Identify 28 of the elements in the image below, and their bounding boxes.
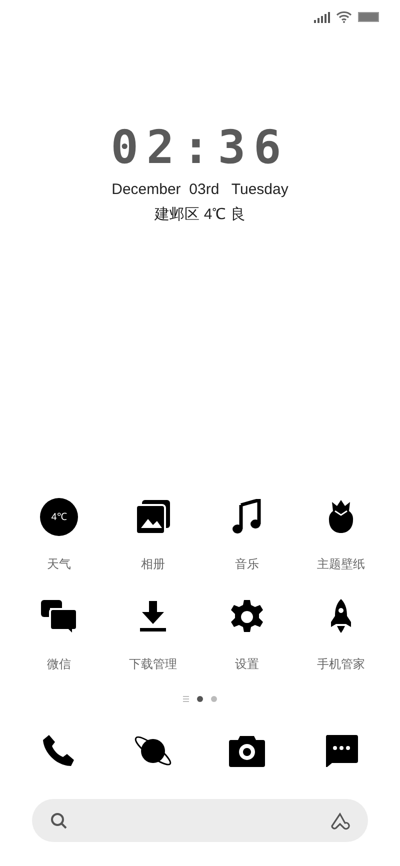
assistant-icon[interactable] <box>330 812 350 830</box>
phone-icon[interactable] <box>42 734 76 768</box>
gear-icon[interactable] <box>229 599 265 635</box>
chat-bubbles-icon[interactable] <box>41 599 77 635</box>
clock-time: 02:36 <box>110 124 290 170</box>
weather-app-icon[interactable]: 4℃ <box>40 498 78 536</box>
app-label[interactable]: 音乐 <box>235 555 259 573</box>
app-label[interactable]: 微信 <box>47 655 71 673</box>
gallery-icon[interactable] <box>135 499 171 535</box>
app-label[interactable]: 下载管理 <box>129 655 177 673</box>
app-label[interactable]: 设置 <box>235 655 259 673</box>
planet-icon[interactable] <box>134 734 172 768</box>
app-label[interactable]: 相册 <box>141 555 165 573</box>
app-label[interactable]: 手机管家 <box>317 655 365 673</box>
music-note-icon[interactable] <box>232 499 262 535</box>
date-text: December 03rd Tuesday <box>112 180 288 200</box>
wifi-icon <box>336 11 352 23</box>
signal-icon <box>314 12 330 22</box>
search-icon[interactable] <box>50 812 68 830</box>
message-icon[interactable] <box>324 735 358 767</box>
rocket-icon[interactable] <box>329 599 353 635</box>
app-label[interactable]: 天气 <box>47 555 71 573</box>
weather-text: 建邺区 4℃ 良 <box>154 204 246 224</box>
battery-icon <box>358 12 379 22</box>
app-label[interactable]: 主题壁纸 <box>317 555 365 573</box>
download-icon[interactable] <box>139 601 167 633</box>
rose-icon[interactable] <box>327 499 355 535</box>
camera-icon[interactable] <box>229 735 265 767</box>
